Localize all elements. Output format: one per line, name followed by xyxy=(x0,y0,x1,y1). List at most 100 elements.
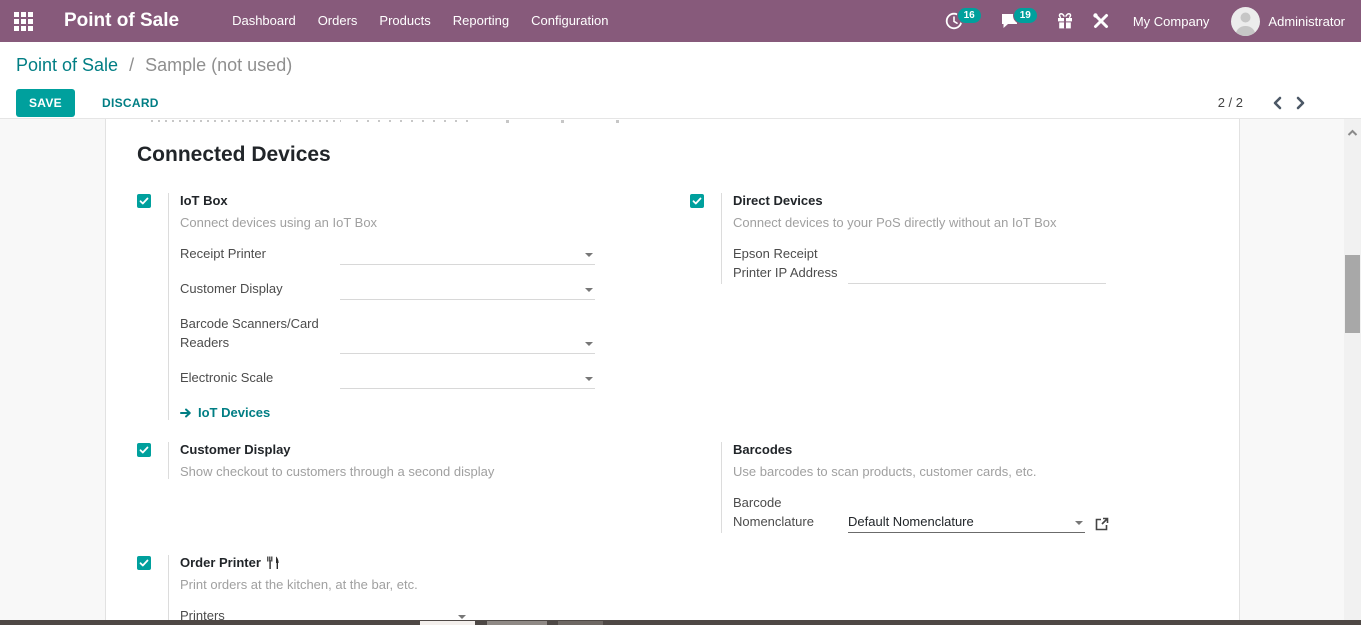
field-barcode-scanners: Barcode Scanners/Card Readers xyxy=(180,314,690,354)
breadcrumb-current: Sample (not used) xyxy=(145,55,293,75)
field-epson-ip: Epson Receipt Printer IP Address xyxy=(733,244,1240,284)
customer-display-select[interactable] xyxy=(340,280,595,300)
external-link-icon xyxy=(1095,517,1109,531)
bottom-bar-fragment xyxy=(558,621,603,625)
iot-box-checkbox[interactable] xyxy=(137,194,151,208)
scrollbar-up-button[interactable] xyxy=(1344,125,1361,141)
clipped-scrolled-text xyxy=(151,120,666,125)
field-printers: Printers xyxy=(180,606,690,620)
discard-button[interactable]: DISCARD xyxy=(89,89,172,117)
customer-display-title: Customer Display xyxy=(180,442,291,457)
user-menu[interactable]: Administrator xyxy=(1223,6,1353,36)
user-name: Administrator xyxy=(1268,13,1345,29)
activity-count-badge: 16 xyxy=(956,6,982,24)
customer-display-label: Customer Display xyxy=(180,281,283,296)
breadcrumb-parent-link[interactable]: Point of Sale xyxy=(16,55,118,75)
setting-order-printer: Order Printer Print orders at the kitche… xyxy=(137,555,690,620)
check-icon xyxy=(139,197,149,205)
crossed-tools-icon xyxy=(1093,13,1108,28)
user-avatar-icon xyxy=(1231,6,1261,36)
barcode-nomenclature-label: Barcode Nomenclature xyxy=(733,495,814,529)
order-printer-title: Order Printer xyxy=(180,555,261,570)
pager-next-button[interactable] xyxy=(1289,96,1313,110)
barcode-scanners-select[interactable] xyxy=(340,334,595,354)
rewards-button[interactable] xyxy=(1047,0,1083,42)
order-printer-subtitle: Print orders at the kitchen, at the bar,… xyxy=(180,577,418,592)
electronic-scale-label: Electronic Scale xyxy=(180,370,274,385)
nav-reporting[interactable]: Reporting xyxy=(442,0,520,42)
setting-iot-box: IoT Box Connect devices using an IoT Box… xyxy=(137,193,690,420)
app-title[interactable]: Point of Sale xyxy=(64,10,179,32)
activities-button[interactable]: 16 xyxy=(936,0,991,42)
caret-down-icon xyxy=(585,253,593,257)
record-pager: 2 / 2 xyxy=(1218,95,1313,110)
receipt-printer-label: Receipt Printer xyxy=(180,246,266,261)
breadcrumb: Point of Sale / Sample (not used) xyxy=(16,55,292,76)
barcode-nomenclature-open-button[interactable] xyxy=(1095,517,1109,533)
setting-customer-display: Customer Display Show checkout to custom… xyxy=(137,442,690,533)
barcodes-subtitle: Use barcodes to scan products, customer … xyxy=(733,464,1037,479)
scrollbar-thumb[interactable] xyxy=(1345,255,1360,333)
electronic-scale-select[interactable] xyxy=(340,369,595,389)
cutlery-icon xyxy=(267,556,280,569)
grid-menu-icon xyxy=(13,11,33,31)
pager-count: 2 / 2 xyxy=(1217,95,1243,110)
bottom-clipped-bar xyxy=(0,620,1361,625)
nav-dashboard[interactable]: Dashboard xyxy=(221,0,307,42)
chevron-right-icon xyxy=(1296,96,1305,109)
pager-previous-button[interactable] xyxy=(1265,96,1289,110)
iot-box-subtitle: Connect devices using an IoT Box xyxy=(180,215,378,230)
caret-down-icon xyxy=(585,377,593,381)
check-icon xyxy=(692,197,702,205)
epson-ip-label: Epson Receipt Printer IP Address xyxy=(733,246,838,280)
chevron-up-icon xyxy=(1347,129,1358,136)
field-receipt-printer: Receipt Printer xyxy=(180,244,690,265)
caret-down-icon xyxy=(585,342,593,346)
printers-label: Printers xyxy=(180,608,225,620)
breadcrumb-separator: / xyxy=(129,55,135,75)
check-icon xyxy=(139,446,149,454)
printers-select[interactable] xyxy=(239,607,468,620)
nav-products[interactable]: Products xyxy=(368,0,441,42)
direct-devices-title: Direct Devices xyxy=(733,193,823,208)
iot-box-title: IoT Box xyxy=(180,193,228,208)
customer-display-checkbox[interactable] xyxy=(137,443,151,457)
messages-button[interactable]: 19 xyxy=(991,0,1047,42)
form-action-buttons: SAVE DISCARD xyxy=(16,89,172,117)
nav-orders[interactable]: Orders xyxy=(307,0,369,42)
nav-configuration[interactable]: Configuration xyxy=(520,0,619,42)
control-panel: Point of Sale / Sample (not used) SAVE D… xyxy=(0,42,1361,119)
field-barcode-nomenclature: Barcode Nomenclature Default Nomenclatur… xyxy=(733,493,1240,533)
bottom-bar-fragment xyxy=(420,621,475,625)
customer-display-subtitle: Show checkout to customers through a sec… xyxy=(180,464,495,479)
field-customer-display: Customer Display xyxy=(180,279,690,300)
barcode-nomenclature-select[interactable]: Default Nomenclature xyxy=(848,513,1085,533)
barcode-scanners-label: Barcode Scanners/Card Readers xyxy=(180,316,319,350)
caret-down-icon xyxy=(458,615,466,619)
field-electronic-scale: Electronic Scale xyxy=(180,368,690,389)
receipt-printer-select[interactable] xyxy=(340,245,595,265)
settings-grid: IoT Box Connect devices using an IoT Box… xyxy=(106,167,1239,620)
message-count-badge: 19 xyxy=(1012,6,1038,24)
arrow-right-icon xyxy=(180,408,191,417)
caret-down-icon xyxy=(585,288,593,292)
settings-sheet: Connected Devices IoT Box Connect device… xyxy=(105,119,1240,620)
caret-down-icon xyxy=(1075,521,1083,525)
epson-ip-input[interactable] xyxy=(848,264,1106,284)
support-button[interactable] xyxy=(1083,0,1119,42)
order-printer-checkbox[interactable] xyxy=(137,556,151,570)
company-switcher[interactable]: My Company xyxy=(1119,14,1224,29)
save-button[interactable]: SAVE xyxy=(16,89,75,117)
setting-barcodes: Barcodes Use barcodes to scan products, … xyxy=(690,442,1240,533)
direct-devices-checkbox[interactable] xyxy=(690,194,704,208)
section-title: Connected Devices xyxy=(137,143,331,166)
check-icon xyxy=(139,559,149,567)
vertical-scrollbar[interactable] xyxy=(1344,119,1361,625)
content-area: Connected Devices IoT Box Connect device… xyxy=(0,119,1361,620)
navbar-systray: 16 19 My Company Administrator xyxy=(936,0,1361,42)
main-nav: Dashboard Orders Products Reporting Conf… xyxy=(221,0,619,42)
iot-devices-link[interactable]: IoT Devices xyxy=(180,405,690,420)
chevron-left-icon xyxy=(1273,96,1282,109)
apps-menu-button[interactable] xyxy=(0,0,46,42)
bottom-bar-fragment xyxy=(487,621,547,625)
